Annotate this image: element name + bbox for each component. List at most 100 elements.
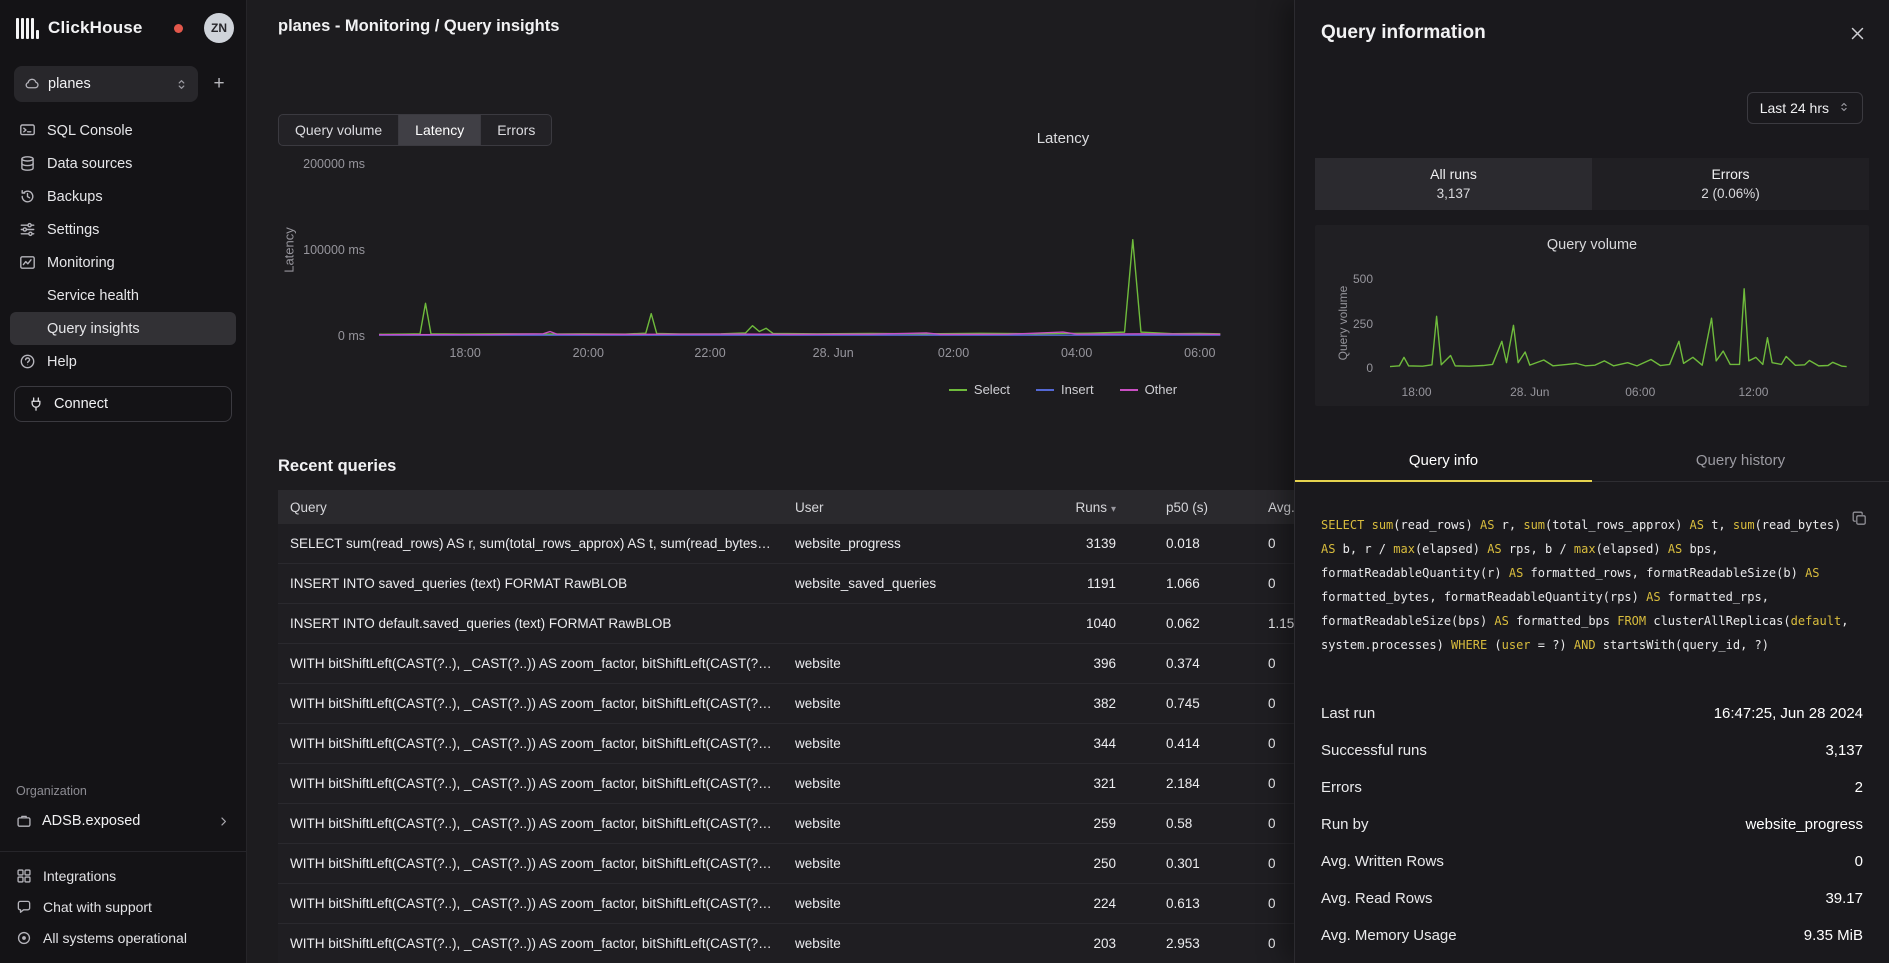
notification-dot-icon[interactable] xyxy=(174,24,183,33)
chart-title: Query volume xyxy=(1315,237,1869,253)
sidebar-header: ClickHouse ZN xyxy=(0,0,246,56)
clickhouse-logo-icon xyxy=(16,17,39,39)
sidebar-item-settings[interactable]: Settings xyxy=(10,213,236,246)
x-tick-label: 12:00 xyxy=(1738,385,1768,399)
sql-block: SELECT sum(read_rows) AS r, sum(total_ro… xyxy=(1321,513,1863,657)
copy-button[interactable] xyxy=(1852,511,1867,531)
series-select xyxy=(379,240,1220,335)
stat-label: All runs xyxy=(1315,166,1592,183)
detail-row: Avg. Read Rows 39.17 xyxy=(1295,880,1889,917)
sidebar-item-label: Help xyxy=(47,354,77,370)
detail-label: Last run xyxy=(1321,705,1375,722)
sidebar-item-chat-support[interactable]: Chat with support xyxy=(0,891,246,922)
sidebar-item-data-sources[interactable]: Data sources xyxy=(10,147,236,180)
sidebar-item-label: Query insights xyxy=(47,321,140,337)
user-cell: website_progress xyxy=(795,536,1054,551)
p50-cell: 2.953 xyxy=(1142,936,1268,951)
brand-name: ClickHouse xyxy=(48,18,143,38)
sidebar: ClickHouse ZN planes + SQL C xyxy=(0,0,247,963)
footer-item-label: All systems operational xyxy=(43,930,187,946)
query-cell: SELECT sum(read_rows) AS r, sum(total_ro… xyxy=(278,536,795,551)
add-service-button[interactable]: + xyxy=(206,66,232,102)
x-tick-label: 06:00 xyxy=(1184,346,1215,360)
runs-cell: 321 xyxy=(1054,776,1142,791)
sidebar-nav: SQL Console Data sources Backups Setting… xyxy=(0,114,246,378)
app: ClickHouse ZN planes + SQL C xyxy=(0,0,1889,963)
legend-item[interactable]: Insert xyxy=(1036,382,1094,397)
x-tick-label: 28. Jun xyxy=(1510,385,1549,399)
y-tick-label: 100000 ms xyxy=(303,243,365,257)
x-axis-ticks: 18:0028. Jun06:0012:00 xyxy=(1390,385,1856,401)
service-selector[interactable]: planes xyxy=(14,66,198,102)
legend-swatch xyxy=(949,389,967,391)
sidebar-item-monitoring[interactable]: Monitoring xyxy=(10,246,236,279)
console-icon xyxy=(19,122,36,139)
close-button[interactable] xyxy=(1846,22,1869,50)
user-cell: website xyxy=(795,696,1054,711)
legend-label: Other xyxy=(1145,382,1178,397)
detail-value: 16:47:25, Jun 28 2024 xyxy=(1714,705,1863,722)
query-cell: WITH bitShiftLeft(CAST(?..), _CAST(?..))… xyxy=(278,696,795,711)
avatar[interactable]: ZN xyxy=(204,13,234,43)
p50-cell: 1.066 xyxy=(1142,576,1268,591)
legend-item[interactable]: Select xyxy=(949,382,1010,397)
organization-item[interactable]: ADSB.exposed xyxy=(0,803,246,839)
stat-all-runs[interactable]: All runs 3,137 xyxy=(1315,158,1592,210)
panel-toolbar: Last 24 hrs xyxy=(1295,92,1889,124)
y-tick-label: 200000 ms xyxy=(303,157,365,171)
sort-caret-icon: ▾ xyxy=(1111,504,1116,515)
sidebar-item-help[interactable]: Help xyxy=(10,345,236,378)
time-range-select[interactable]: Last 24 hrs xyxy=(1747,92,1863,124)
query-cell: WITH bitShiftLeft(CAST(?..), _CAST(?..))… xyxy=(278,656,795,671)
detail-value: 2 xyxy=(1855,779,1863,796)
column-header-runs[interactable]: Runs▾ xyxy=(1054,500,1142,515)
panel-tabs: Query info Query history xyxy=(1295,442,1889,482)
x-tick-label: 06:00 xyxy=(1625,385,1655,399)
runs-cell: 382 xyxy=(1054,696,1142,711)
user-cell: website xyxy=(795,936,1054,951)
system-status-item[interactable]: All systems operational xyxy=(0,922,246,953)
close-icon xyxy=(1850,28,1865,45)
sidebar-item-integrations[interactable]: Integrations xyxy=(0,860,246,891)
query-cell: WITH bitShiftLeft(CAST(?..), _CAST(?..))… xyxy=(278,856,795,871)
detail-label: Avg. Memory Usage xyxy=(1321,927,1457,944)
divider xyxy=(0,851,246,852)
chevron-right-icon xyxy=(217,815,230,828)
detail-label: Errors xyxy=(1321,779,1362,796)
detail-row: Run by website_progress xyxy=(1295,806,1889,843)
runs-cell: 203 xyxy=(1054,936,1142,951)
legend-swatch xyxy=(1120,389,1138,391)
y-tick-label: 250 xyxy=(1353,317,1373,331)
chevron-up-down-icon xyxy=(175,78,188,91)
tab-query-history[interactable]: Query history xyxy=(1592,442,1889,481)
runs-cell: 344 xyxy=(1054,736,1142,751)
sidebar-item-label: Backups xyxy=(47,189,103,205)
connect-button[interactable]: Connect xyxy=(14,386,232,422)
detail-label: Avg. Written Rows xyxy=(1321,853,1444,870)
x-tick-label: 02:00 xyxy=(938,346,969,360)
y-tick-label: 0 xyxy=(1366,361,1373,375)
sidebar-item-service-health[interactable]: Service health xyxy=(10,279,236,312)
runs-cell: 224 xyxy=(1054,896,1142,911)
query-cell: INSERT INTO saved_queries (text) FORMAT … xyxy=(278,576,795,591)
sidebar-item-query-insights[interactable]: Query insights xyxy=(10,312,236,345)
integrations-icon xyxy=(16,868,32,884)
sidebar-item-backups[interactable]: Backups xyxy=(10,180,236,213)
user-cell: website_saved_queries xyxy=(795,576,1054,591)
column-header-user: User xyxy=(795,500,1054,515)
breadcrumb: planes - Monitoring / Query insights xyxy=(278,17,559,36)
organization-label: Organization xyxy=(0,784,246,798)
stat-errors[interactable]: Errors 2 (0.06%) xyxy=(1592,158,1869,210)
stat-value: 2 (0.06%) xyxy=(1592,185,1869,202)
sidebar-item-sql-console[interactable]: SQL Console xyxy=(10,114,236,147)
column-header-p50[interactable]: p50 (s) xyxy=(1142,500,1268,515)
query-volume-card: Query volume Query volume 5002500 18:002… xyxy=(1315,225,1869,406)
stat-value: 3,137 xyxy=(1315,185,1592,202)
tab-query-info[interactable]: Query info xyxy=(1295,442,1592,481)
legend-item[interactable]: Other xyxy=(1120,382,1178,397)
p50-cell: 0.745 xyxy=(1142,696,1268,711)
legend-label: Select xyxy=(974,382,1010,397)
query-volume-plot xyxy=(1390,279,1856,368)
panel-title: Query information xyxy=(1321,22,1486,44)
detail-label: Successful runs xyxy=(1321,742,1427,759)
